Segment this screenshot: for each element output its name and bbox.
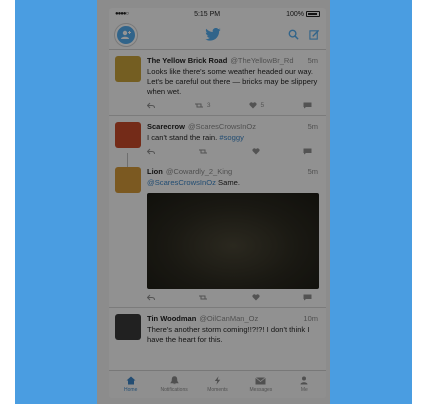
battery-icon xyxy=(305,11,320,17)
app-screen: ●●●●○ 5:15 PM 100% The Yellow Brick Road xyxy=(109,8,326,398)
bottom-tab-bar: Home Notifications Moments Messages Me xyxy=(109,370,326,398)
like-button[interactable] xyxy=(252,294,260,301)
retweet-icon xyxy=(199,295,208,300)
envelope-icon xyxy=(255,376,267,384)
tweet-actions: 3 5 xyxy=(147,97,318,115)
tab-home[interactable]: Home xyxy=(109,371,152,398)
heart-icon xyxy=(252,294,260,301)
tab-notifications[interactable]: Notifications xyxy=(152,371,195,398)
compose-icon[interactable] xyxy=(309,29,320,40)
dm-button[interactable] xyxy=(303,294,312,301)
lightning-icon xyxy=(214,376,221,385)
avatar[interactable] xyxy=(115,56,141,82)
signal-strength: ●●●●○ xyxy=(115,11,129,17)
top-nav-bar xyxy=(109,20,326,50)
search-icon[interactable] xyxy=(288,29,299,40)
tweet-author-name[interactable]: Tin Woodman xyxy=(147,314,196,323)
tweet-time: 10m xyxy=(303,314,318,323)
tweet-text: Looks like there's some weather headed o… xyxy=(147,67,318,96)
tweet-author-name[interactable]: Scarecrow xyxy=(147,122,185,131)
tweet-author-handle: @TheYellowBr_Rd xyxy=(230,56,294,65)
retweet-count: 3 xyxy=(206,102,211,109)
reply-button[interactable] xyxy=(147,294,155,301)
left-blue-band xyxy=(15,0,97,404)
retweet-button[interactable]: 3 xyxy=(194,102,211,109)
reply-icon xyxy=(147,102,155,109)
tweet-actions xyxy=(147,289,318,307)
message-icon xyxy=(303,148,312,155)
retweet-button[interactable] xyxy=(198,148,208,155)
dm-button[interactable] xyxy=(303,102,312,109)
reply-button[interactable] xyxy=(147,102,155,109)
avatar[interactable] xyxy=(115,122,141,148)
tweet-item[interactable]: The Yellow Brick Road @TheYellowBr_Rd 5m… xyxy=(109,50,326,116)
tweet-author-handle: @ScaresCrowsInOz xyxy=(187,122,256,131)
retweet-icon xyxy=(194,103,203,108)
tweet-item[interactable]: Lion @Cowardly_2_King 5m @ScaresCrowsInO… xyxy=(109,161,326,308)
battery-percent: 100% xyxy=(286,10,304,18)
right-blue-band xyxy=(330,0,412,404)
tab-label: Home xyxy=(124,387,138,393)
bell-icon xyxy=(169,376,179,385)
message-icon xyxy=(303,294,312,301)
tweet-author-name[interactable]: Lion xyxy=(147,167,163,176)
status-bar: ●●●●○ 5:15 PM 100% xyxy=(109,8,326,20)
tab-label: Notifications xyxy=(160,387,188,393)
tab-label: Me xyxy=(300,387,308,393)
tweet-actions xyxy=(147,143,318,161)
avatar[interactable] xyxy=(115,314,141,340)
tab-label: Moments xyxy=(207,387,228,393)
tab-messages[interactable]: Messages xyxy=(239,371,282,398)
like-count: 5 xyxy=(260,102,265,109)
tweet-text: Same. xyxy=(218,178,240,187)
tweet-item[interactable]: Tin Woodman @OilCanMan_Oz 10m There's an… xyxy=(109,308,326,345)
avatar[interactable] xyxy=(115,167,141,193)
dm-button[interactable] xyxy=(303,148,312,155)
heart-icon xyxy=(252,148,260,155)
reply-icon xyxy=(147,294,155,301)
mention-link[interactable]: @ScaresCrowsInOz xyxy=(147,178,216,187)
person-icon xyxy=(300,376,308,385)
reply-icon xyxy=(147,148,155,155)
person-plus-icon xyxy=(121,30,131,39)
status-time: 5:15 PM xyxy=(194,10,221,18)
twitter-bird-icon xyxy=(204,27,221,41)
tweet-photo[interactable] xyxy=(147,193,319,289)
tweet-time: 5m xyxy=(307,56,318,65)
like-button[interactable]: 5 xyxy=(249,102,264,109)
retweet-icon xyxy=(199,149,208,154)
stage: ●●●●○ 5:15 PM 100% The Yellow Brick Road xyxy=(0,0,425,404)
tab-me[interactable]: Me xyxy=(283,371,326,398)
tweet-item[interactable]: Scarecrow @ScaresCrowsInOz 5m I can't st… xyxy=(109,116,326,173)
tweet-text: I can't stand the rain. xyxy=(147,133,218,142)
hashtag-link[interactable]: #soggy xyxy=(219,133,244,142)
tweet-text: There's another storm coming!!?!?! I don… xyxy=(147,325,310,344)
tweet-author-name[interactable]: The Yellow Brick Road xyxy=(147,56,227,65)
home-icon xyxy=(126,376,136,385)
tweet-author-handle: @Cowardly_2_King xyxy=(165,167,233,176)
retweet-button[interactable] xyxy=(198,294,208,301)
tweet-time: 5m xyxy=(307,122,318,131)
tab-moments[interactable]: Moments xyxy=(196,371,239,398)
tab-label: Messages xyxy=(249,386,273,393)
tweet-author-handle: @OilCanMan_Oz xyxy=(199,314,259,323)
reply-button[interactable] xyxy=(147,148,155,155)
tweet-time: 5m xyxy=(307,167,318,176)
heart-icon xyxy=(249,102,257,109)
add-account-button[interactable] xyxy=(115,23,137,46)
like-button[interactable] xyxy=(252,148,260,155)
message-icon xyxy=(303,102,312,109)
